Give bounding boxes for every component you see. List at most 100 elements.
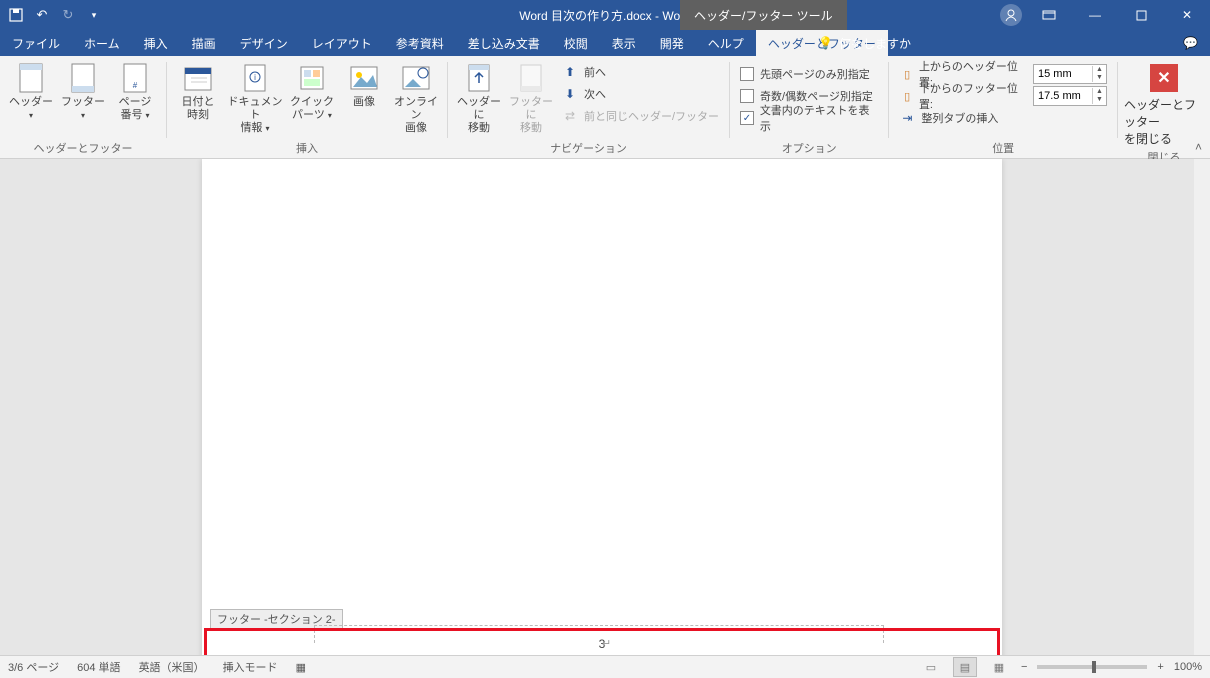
image-button[interactable]: 画像	[339, 60, 389, 109]
calendar-icon	[182, 62, 214, 94]
redo-icon[interactable]: ↻	[60, 7, 76, 23]
group-label: オプション	[736, 138, 882, 158]
insert-mode[interactable]: 挿入モード	[223, 659, 278, 675]
quickparts-button[interactable]: クイック パーツ ▾	[287, 60, 337, 122]
tab-home[interactable]: ホーム	[72, 30, 132, 56]
footer-button[interactable]: フッター▾	[58, 60, 108, 122]
group-label: 位置	[895, 138, 1111, 158]
tab-mailings[interactable]: 差し込み文書	[456, 30, 552, 56]
zoom-thumb[interactable]	[1092, 661, 1096, 673]
tab-view[interactable]: 表示	[600, 30, 648, 56]
close-header-footer-button[interactable]: ✕ ヘッダーとフッター を閉じる	[1124, 60, 1204, 147]
arrow-up-icon: ⬆	[562, 64, 578, 80]
arrow-down-icon: ⬇	[562, 86, 578, 102]
header-button[interactable]: ヘッダー▾	[6, 60, 56, 122]
tell-me-label: 何をしますか	[839, 35, 911, 52]
group-label: ヘッダーとフッター	[6, 138, 160, 158]
web-layout-icon[interactable]: ▦	[987, 657, 1011, 677]
highlight-box	[204, 628, 1000, 655]
tab-help[interactable]: ヘルプ	[696, 30, 756, 56]
group-navigation: ヘッダーに 移動 フッターに 移動 ⬆前へ ⬇次へ ⇄前と同じヘッダー/フッター…	[448, 56, 729, 158]
ribbon-display-icon[interactable]	[1026, 0, 1072, 30]
online-image-label: オンライン 画像	[391, 96, 441, 135]
link-previous-button: ⇄前と同じヘッダー/フッター	[562, 106, 719, 126]
docinfo-icon: i	[239, 62, 271, 94]
align-tab-icon: ⇥	[899, 110, 915, 126]
zoom-slider[interactable]	[1037, 665, 1147, 669]
footer-position-row: ▯ 下からのフッター位置: ▲▼	[899, 86, 1107, 106]
tab-draw[interactable]: 描画	[180, 30, 228, 56]
show-text-checkbox[interactable]: ✓文書内のテキストを表示	[740, 108, 878, 128]
tab-insert[interactable]: 挿入	[132, 30, 180, 56]
next-button[interactable]: ⬇ 次へ	[562, 84, 719, 104]
page-indicator[interactable]: 3/6 ページ	[8, 659, 59, 675]
next-label: 次へ	[584, 86, 606, 102]
print-layout-icon[interactable]: ▤	[953, 657, 977, 677]
spin-down-icon[interactable]: ▼	[1092, 74, 1106, 82]
comments-icon[interactable]: 💬	[1183, 30, 1198, 56]
svg-text:#: #	[133, 81, 138, 90]
title-bar: ↶ ↻ ▾ Word 目次の作り方.docx - Word ヘッダー/フッター …	[0, 0, 1210, 30]
undo-icon[interactable]: ↶	[34, 7, 50, 23]
account-button[interactable]	[996, 0, 1026, 30]
goto-header-label: ヘッダーに 移動	[454, 96, 504, 135]
tab-review[interactable]: 校閲	[552, 30, 600, 56]
group-header-footer: ヘッダー▾ フッター▾ # ページ 番号 ▾ ヘッダーとフッター	[0, 56, 166, 158]
header-position-input[interactable]: ▲▼	[1033, 64, 1107, 84]
footer-label: フッター	[61, 96, 105, 108]
ribbon: ヘッダー▾ フッター▾ # ページ 番号 ▾ ヘッダーとフッター 日付と 時刻 …	[0, 56, 1210, 159]
footer-pos-value[interactable]	[1034, 90, 1092, 102]
tab-file[interactable]: ファイル	[0, 30, 72, 56]
tell-me[interactable]: 💡 何をしますか	[818, 30, 911, 56]
word-count[interactable]: 604 単語	[77, 659, 120, 675]
read-mode-icon[interactable]: ▭	[919, 657, 943, 677]
close-x-icon: ✕	[1150, 64, 1178, 92]
minimize-button[interactable]: ―	[1072, 0, 1118, 30]
header-pos-value[interactable]	[1034, 68, 1092, 80]
align-tab-button[interactable]: ⇥ 整列タブの挿入	[899, 108, 1107, 128]
collapse-ribbon-icon[interactable]: ˄	[1195, 140, 1202, 154]
link-label: 前と同じヘッダー/フッター	[584, 108, 719, 124]
vertical-scrollbar[interactable]	[1194, 159, 1210, 655]
page-number-button[interactable]: # ページ 番号 ▾	[110, 60, 160, 122]
header-label: ヘッダー	[9, 96, 53, 108]
spin-up-icon[interactable]: ▲	[1092, 88, 1106, 96]
zoom-level[interactable]: 100%	[1174, 661, 1202, 673]
spin-up-icon[interactable]: ▲	[1092, 66, 1106, 74]
datetime-label: 日付と 時刻	[181, 96, 214, 122]
close-button[interactable]: ✕	[1164, 0, 1210, 30]
first-page-different-checkbox[interactable]: 先頭ページのみ別指定	[740, 64, 878, 84]
footer-position-input[interactable]: ▲▼	[1033, 86, 1107, 106]
previous-button[interactable]: ⬆前へ	[562, 62, 719, 82]
group-position: ▯ 上からのヘッダー位置: ▲▼ ▯ 下からのフッター位置: ▲▼ ⇥整列タブの…	[889, 56, 1117, 158]
zoom-in-button[interactable]: +	[1157, 661, 1163, 673]
macro-icon[interactable]: ▦	[296, 661, 306, 674]
spin-down-icon[interactable]: ▼	[1092, 96, 1106, 104]
online-image-button[interactable]: オンライン 画像	[391, 60, 441, 135]
group-insert: 日付と 時刻 i ドキュメント 情報 ▾ クイック パーツ ▾ 画像 オンライン…	[167, 56, 447, 158]
language-indicator[interactable]: 英語（米国）	[139, 659, 205, 675]
checkbox-icon	[740, 89, 754, 103]
page-number-icon: #	[119, 62, 151, 94]
quick-access-toolbar: ↶ ↻ ▾	[0, 7, 110, 23]
goto-header-button[interactable]: ヘッダーに 移動	[454, 60, 504, 135]
document-area: フッター -セクション 2- 3 ↵ ↵	[0, 159, 1210, 655]
tab-developer[interactable]: 開発	[648, 30, 696, 56]
qat-more-icon[interactable]: ▾	[86, 7, 102, 23]
image-icon	[348, 62, 380, 94]
tab-layout[interactable]: レイアウト	[300, 30, 384, 56]
align-tab-label: 整列タブの挿入	[921, 110, 998, 126]
maximize-button[interactable]	[1118, 0, 1164, 30]
save-icon[interactable]	[8, 7, 24, 23]
footer-icon	[67, 62, 99, 94]
window-controls: ― ✕	[996, 0, 1210, 30]
group-label: 挿入	[173, 138, 441, 158]
show-text-label: 文書内のテキストを表示	[760, 102, 879, 134]
zoom-out-button[interactable]: −	[1021, 661, 1027, 673]
page[interactable]: フッター -セクション 2- 3 ↵ ↵	[202, 159, 1002, 655]
datetime-button[interactable]: 日付と 時刻	[173, 60, 223, 122]
tab-references[interactable]: 参考資料	[384, 30, 456, 56]
tab-design[interactable]: デザイン	[228, 30, 300, 56]
docinfo-button[interactable]: i ドキュメント 情報 ▾	[225, 60, 285, 135]
ruler-guide	[314, 625, 884, 626]
